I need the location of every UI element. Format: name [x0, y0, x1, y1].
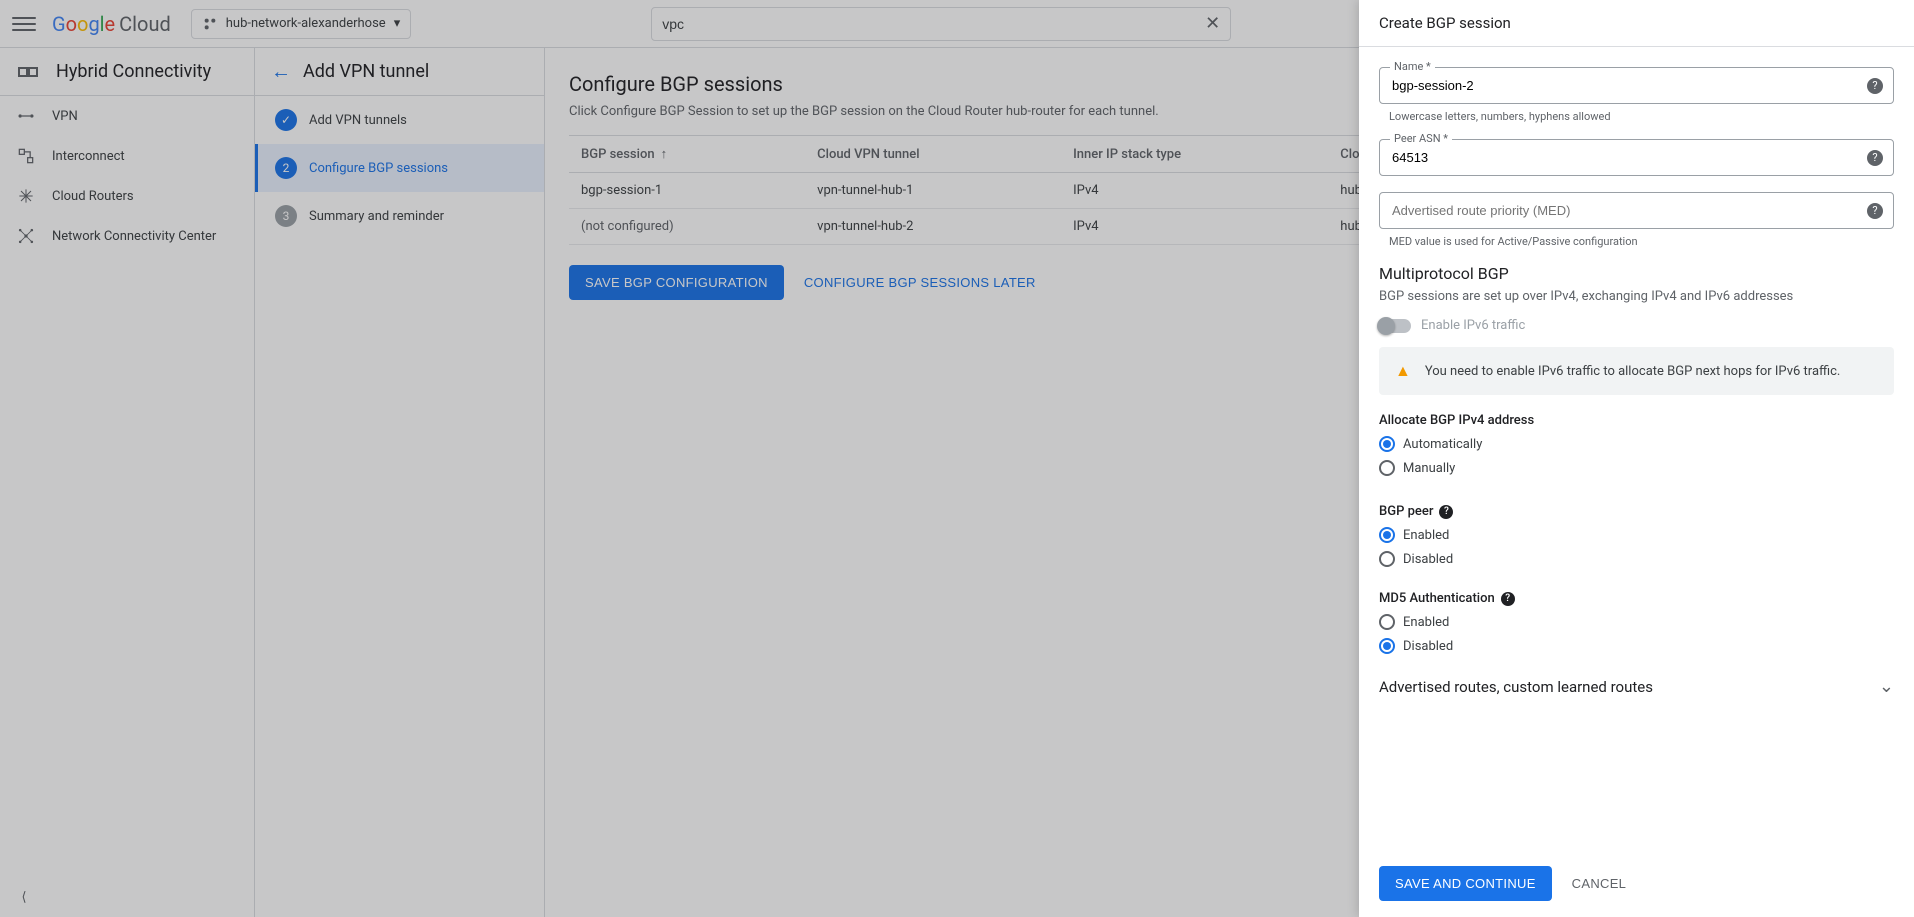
cancel-button[interactable]: CANCEL [1568, 866, 1631, 901]
warning-icon: ▲ [1395, 361, 1411, 381]
peer-asn-field[interactable]: Peer ASN * ? [1379, 139, 1894, 176]
help-icon[interactable]: ? [1867, 203, 1883, 219]
advertised-routes-expander[interactable]: Advertised routes, custom learned routes… [1379, 662, 1894, 711]
md5-label: MD5 Authentication? [1379, 591, 1894, 606]
mpbgp-sub: BGP sessions are set up over IPv4, excha… [1379, 289, 1894, 304]
create-bgp-session-panel: Create BGP session Name * ? Lowercase le… [1359, 0, 1914, 917]
chevron-down-icon: ⌄ [1879, 676, 1894, 697]
help-icon[interactable]: ? [1439, 505, 1453, 519]
mpbgp-title: Multiprotocol BGP [1379, 264, 1894, 283]
md5-disabled-radio[interactable]: Disabled [1379, 638, 1894, 654]
toggle-thumb [1377, 317, 1395, 335]
radio-icon [1379, 436, 1395, 452]
help-icon[interactable]: ? [1867, 78, 1883, 94]
peer-enabled-radio[interactable]: Enabled [1379, 527, 1894, 543]
name-input[interactable] [1380, 68, 1849, 103]
asn-input[interactable] [1380, 140, 1849, 175]
med-field[interactable]: ? [1379, 192, 1894, 229]
panel-footer: SAVE AND CONTINUE CANCEL [1359, 850, 1914, 917]
name-field[interactable]: Name * ? [1379, 67, 1894, 104]
help-icon[interactable]: ? [1501, 592, 1515, 606]
med-helper: MED value is used for Active/Passive con… [1389, 235, 1894, 248]
help-icon[interactable]: ? [1867, 150, 1883, 166]
md5-enabled-radio[interactable]: Enabled [1379, 614, 1894, 630]
peer-disabled-radio[interactable]: Disabled [1379, 551, 1894, 567]
radio-icon [1379, 460, 1395, 476]
name-label: Name * [1390, 60, 1435, 73]
ipv6-info-text: You need to enable IPv6 traffic to alloc… [1425, 364, 1841, 379]
radio-icon [1379, 527, 1395, 543]
asn-label: Peer ASN * [1390, 132, 1452, 145]
save-and-continue-button[interactable]: SAVE AND CONTINUE [1379, 866, 1552, 901]
ipv6-info-box: ▲ You need to enable IPv6 traffic to all… [1379, 347, 1894, 395]
ipv6-toggle-label: Enable IPv6 traffic [1421, 318, 1525, 333]
toggle-track [1379, 319, 1411, 333]
radio-icon [1379, 638, 1395, 654]
radio-icon [1379, 551, 1395, 567]
ipv6-toggle[interactable]: Enable IPv6 traffic [1379, 318, 1894, 333]
name-helper: Lowercase letters, numbers, hyphens allo… [1389, 110, 1894, 123]
radio-icon [1379, 614, 1395, 630]
panel-title: Create BGP session [1359, 0, 1914, 47]
med-input[interactable] [1380, 193, 1849, 228]
bgp-peer-label: BGP peer? [1379, 504, 1894, 519]
alloc-manual-radio[interactable]: Manually [1379, 460, 1894, 476]
alloc-auto-radio[interactable]: Automatically [1379, 436, 1894, 452]
alloc-label: Allocate BGP IPv4 address [1379, 413, 1894, 428]
expander-label: Advertised routes, custom learned routes [1379, 678, 1653, 696]
